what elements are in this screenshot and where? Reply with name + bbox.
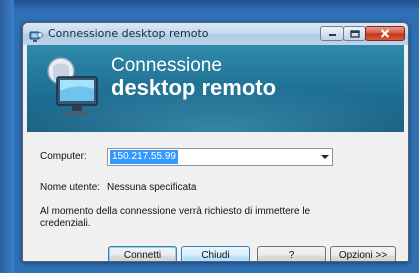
- close-icon: [380, 29, 390, 38]
- maximize-button[interactable]: [343, 26, 366, 41]
- connect-button[interactable]: Connetti: [108, 246, 177, 261]
- computer-value[interactable]: 150.217.55.99: [110, 150, 178, 164]
- desktop-background-edge: [0, 0, 14, 273]
- options-button-label: Opzioni >>: [338, 250, 388, 261]
- options-button[interactable]: Opzioni >>: [330, 246, 396, 261]
- maximize-icon: [349, 29, 360, 38]
- title-bar[interactable]: Connessione desktop remoto: [23, 23, 408, 45]
- desktop-background-top: [0, 0, 419, 10]
- window-title: Connessione desktop remoto: [48, 27, 209, 40]
- credentials-note: Al momento della connessione verrà richi…: [40, 206, 311, 229]
- close-button[interactable]: Chiudi: [181, 246, 250, 261]
- remote-desktop-app-icon: [29, 28, 43, 42]
- username-value: Nessuna specificata: [107, 182, 197, 193]
- username-label: Nome utente:: [40, 182, 101, 193]
- remote-desktop-computer-icon: [39, 53, 107, 121]
- minimize-button[interactable]: [320, 26, 344, 41]
- dropdown-arrow-icon[interactable]: [321, 155, 329, 159]
- banner-title-line1: Connessione: [111, 55, 222, 76]
- banner-title-line2: desktop remoto: [111, 75, 277, 100]
- computer-combobox[interactable]: 150.217.55.99: [107, 148, 333, 166]
- help-button-label: ?: [288, 250, 295, 261]
- minimize-icon: [328, 33, 336, 36]
- close-window-button[interactable]: [365, 26, 405, 41]
- header-banner: Connessione desktop remoto: [27, 45, 404, 132]
- connection-form: Computer: 150.217.55.99 Nome utente: Nes…: [27, 132, 404, 261]
- computer-label: Computer:: [40, 151, 87, 162]
- remote-desktop-window: Connessione desktop remoto Connessione d…: [22, 22, 409, 262]
- close-button-label: Chiudi: [201, 250, 230, 261]
- help-button[interactable]: ?: [257, 246, 326, 261]
- connect-button-label: Connetti: [123, 250, 162, 261]
